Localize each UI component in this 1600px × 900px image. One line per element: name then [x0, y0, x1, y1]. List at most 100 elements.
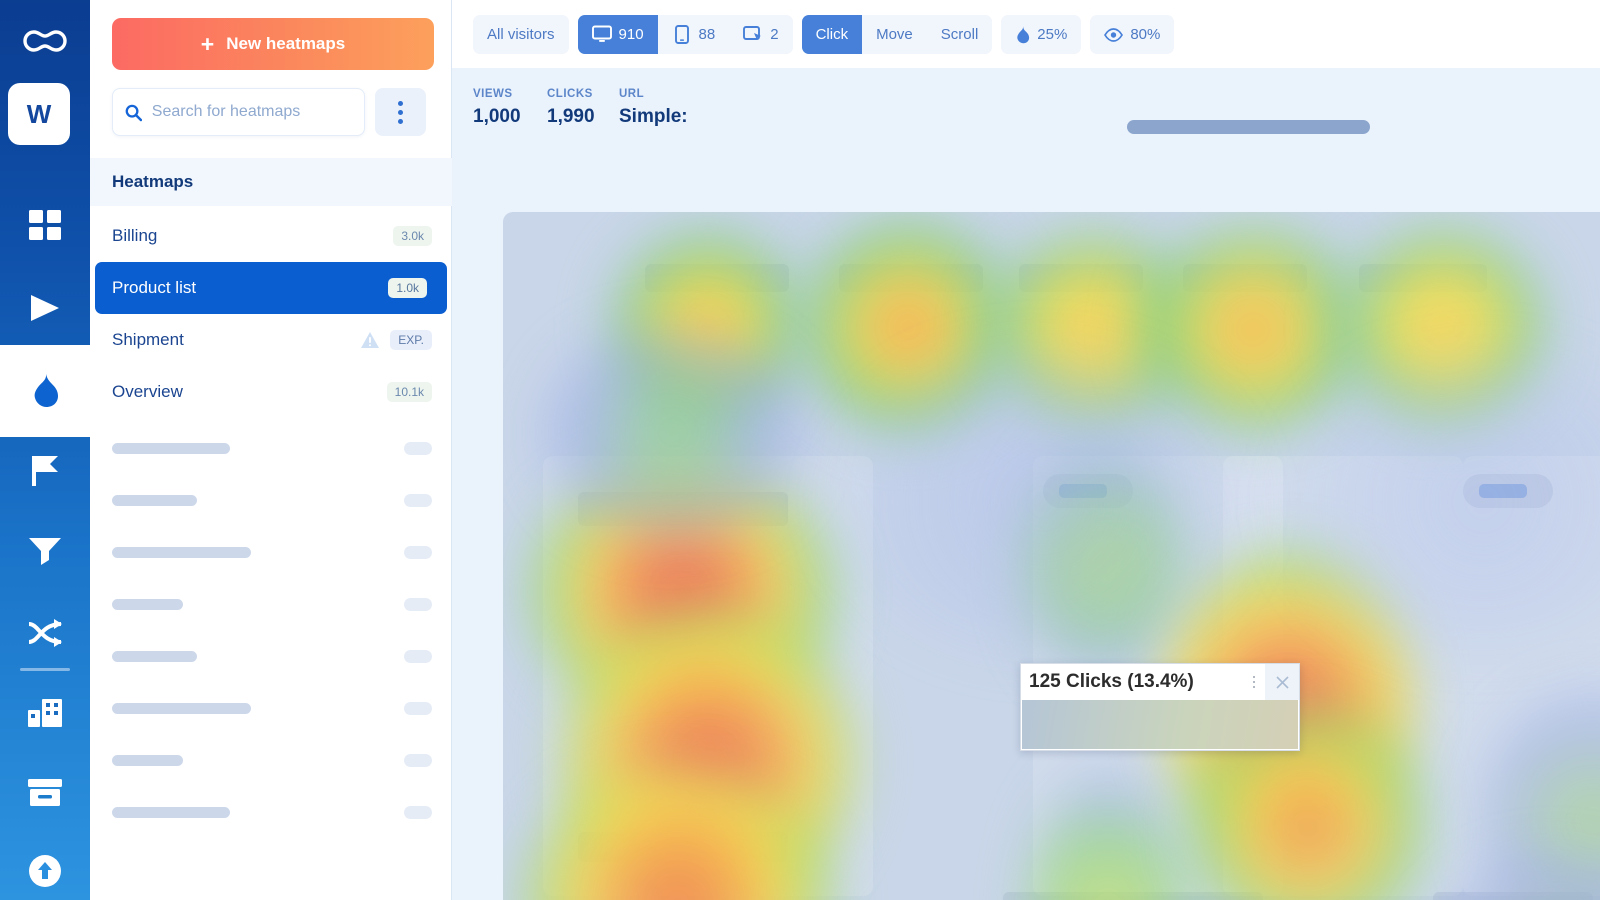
infinity-logo-icon: [0, 10, 90, 72]
tablet-touch-icon: [743, 26, 762, 40]
tooltip-close-button[interactable]: [1265, 664, 1299, 700]
sidebar-item-recordings[interactable]: [0, 277, 90, 339]
heatmap-item-meta: EXP.: [360, 330, 432, 350]
close-icon: [1275, 675, 1289, 689]
new-heatmaps-label: New heatmaps: [226, 34, 346, 53]
skeleton-bar: [112, 806, 230, 818]
building-organization-icon: [28, 699, 62, 727]
funnel-icon: [29, 538, 61, 565]
heatmap-list-item[interactable]: Product list 1.0k: [95, 262, 447, 314]
device-count: 910: [618, 26, 644, 43]
device-count: 2: [770, 26, 779, 43]
sidebar-item-funnels[interactable]: [0, 520, 90, 582]
views-value: 1,000: [473, 106, 521, 127]
mode-chip-scroll[interactable]: Scroll: [926, 15, 993, 54]
skeleton-bar: [112, 702, 251, 714]
search-row: [112, 88, 426, 136]
url-stat: URL Simple:: [619, 88, 688, 128]
device-count: 88: [698, 26, 716, 43]
heatmap-item-meta: 1.0k: [388, 278, 427, 298]
device-chip-tablet-touch[interactable]: 2: [729, 15, 793, 54]
heatmap-list-item[interactable]: Shipment EXP.: [90, 314, 452, 366]
workspace-badge[interactable]: W: [8, 83, 70, 145]
skeleton-pill: [404, 441, 432, 455]
url-prefix: Simple:: [619, 106, 688, 127]
sidebar-item-goals[interactable]: [0, 440, 90, 502]
tooltip-more-options-button[interactable]: [1243, 664, 1265, 700]
skeleton-bar: [112, 546, 251, 558]
heatmap-item-label: Billing: [112, 226, 158, 245]
sidebar-item-heatmaps[interactable]: [0, 345, 90, 437]
filter-chips: All visitors 910 88 2 Click Move Scroll 25%: [473, 15, 1175, 54]
opacity-group: 80%: [1090, 15, 1175, 54]
icon-rail: W: [0, 0, 90, 900]
heatmap-item-badge: 3.0k: [393, 226, 432, 246]
warning-triangle-icon: [361, 332, 380, 348]
skeleton-row: [90, 474, 452, 526]
url-redacted-bar: [1127, 120, 1370, 134]
skeleton-pill: [404, 701, 432, 715]
main-content: All visitors 910 88 2 Click Move Scroll 25%: [452, 0, 1600, 900]
flame-icon: [1017, 25, 1030, 43]
mode-group: Click Move Scroll: [801, 15, 993, 54]
intensity-chip[interactable]: 25%: [1001, 15, 1082, 54]
heatmap-item-label: Overview: [112, 382, 183, 401]
shuffle-paths-icon: [28, 619, 62, 647]
skeleton-pill: [404, 649, 432, 663]
skeleton-row: [90, 682, 452, 734]
skeleton-pill: [404, 493, 432, 507]
clicks-value: 1,990: [547, 106, 595, 127]
device-group: 910 88 2: [577, 15, 793, 54]
heatmap-item-meta: 10.1k: [386, 382, 432, 402]
skeleton-list: [90, 422, 452, 838]
mode-chip-move[interactable]: Move: [862, 15, 927, 54]
intensity-group: 25%: [1001, 15, 1082, 54]
sidebar-item-archive[interactable]: [0, 762, 90, 824]
heatmap-item-badge: 10.1k: [386, 382, 432, 402]
heatmap-item-label: Product list: [112, 278, 197, 297]
skeleton-bar: [112, 598, 183, 610]
skeleton-bar: [112, 494, 197, 506]
all-visitors-chip[interactable]: All visitors: [473, 15, 569, 54]
new-heatmaps-button[interactable]: + New heatmaps: [112, 18, 434, 70]
flag-goals-icon: [32, 456, 58, 486]
heatmap-analytics-app: W + New heatmaps Search for heatmaps Hea…: [0, 0, 1600, 900]
sidebar-item-organization[interactable]: [0, 682, 90, 744]
search-box[interactable]: [112, 88, 365, 136]
opacity-chip[interactable]: 80%: [1090, 15, 1175, 54]
tooltip-header: 125 Clicks (13.4%): [1021, 664, 1299, 700]
heatmaps-panel: + New heatmaps Heatmaps Billing 3.0k Produ…: [90, 0, 452, 900]
views-label: VIEWS: [473, 88, 513, 100]
heatmap-list-item[interactable]: Billing 3.0k: [90, 210, 452, 262]
heatmap-item-badge: EXP.: [390, 330, 432, 350]
filters-toolbar: All visitors 910 88 2 Click Move Scroll 25%: [452, 0, 1600, 68]
more-options-icon: [398, 100, 403, 106]
skeleton-bar: [112, 754, 183, 766]
panel-more-options-button[interactable]: [375, 88, 426, 136]
mobile-phone-icon: [674, 25, 689, 44]
skeleton-pill: [404, 753, 432, 767]
opacity-value: 80%: [1130, 26, 1161, 43]
tooltip-preview: [1022, 700, 1298, 749]
visitors-group: All visitors: [473, 15, 569, 54]
play-recordings-icon: [31, 295, 59, 321]
section-title: Heatmaps: [90, 158, 452, 206]
more-options-icon: [1253, 676, 1255, 678]
device-chip-mobile-phone[interactable]: 88: [657, 15, 730, 54]
heatmap-list-item[interactable]: Overview 10.1k: [90, 366, 452, 418]
upload-arrow-icon: [29, 855, 61, 887]
views-stat: VIEWS 1,000: [473, 88, 521, 128]
skeleton-pill: [404, 545, 432, 559]
device-chip-desktop-monitor[interactable]: 910: [577, 15, 658, 54]
mode-chip-click[interactable]: Click: [801, 15, 863, 54]
search-input[interactable]: [151, 103, 352, 121]
heatmap-canvas[interactable]: [503, 212, 1600, 900]
flame-heatmaps-icon: [34, 373, 58, 407]
sidebar-item-upload[interactable]: [0, 840, 90, 900]
desktop-monitor-icon: [591, 25, 612, 42]
clicks-stat: CLICKS 1,990: [547, 88, 595, 128]
click-tooltip: 125 Clicks (13.4%): [1020, 663, 1300, 751]
sidebar-item-dashboard[interactable]: [0, 195, 90, 257]
skeleton-pill: [404, 805, 432, 819]
sidebar-item-paths[interactable]: [0, 602, 90, 664]
